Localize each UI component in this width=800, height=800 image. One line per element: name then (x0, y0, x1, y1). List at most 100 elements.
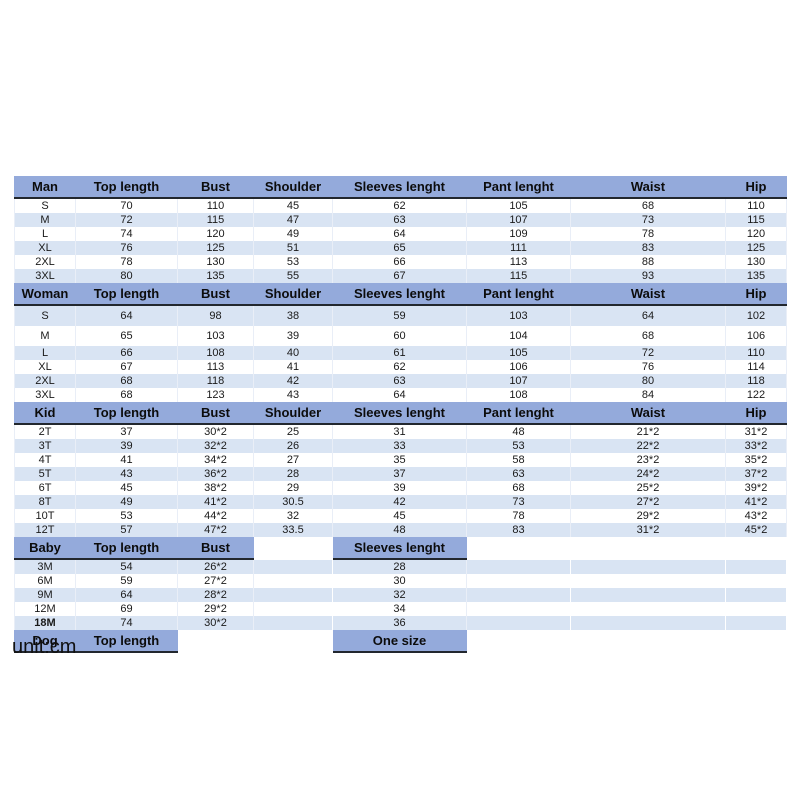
cell-shoulder: 26 (253, 439, 333, 453)
cell-shoulder: 30.5 (253, 495, 333, 509)
col-header-waist: Waist (570, 176, 726, 199)
section-header-woman: Woman Top length Bust Shoulder Sleeves l… (14, 283, 787, 306)
cell-top-length: 76 (75, 241, 178, 255)
cell-bust: 125 (177, 241, 254, 255)
cell-shoulder: 33.5 (253, 523, 333, 537)
cell-pant: 73 (466, 495, 571, 509)
cell-shoulder: 25 (253, 424, 333, 439)
col-header-sleeves-lenght: Sleeves lenght (332, 402, 467, 425)
cell-pant: 111 (466, 241, 571, 255)
col-header-waist: Waist (570, 402, 726, 425)
cell-sleeves: 66 (332, 255, 467, 269)
cell-top-length: 74 (75, 227, 178, 241)
cell-top-length: 64 (75, 588, 178, 602)
cell-shoulder: 49 (253, 227, 333, 241)
cell-pant (466, 602, 571, 616)
cell-bust: 38*2 (177, 481, 254, 495)
col-header-top-length: Top length (75, 283, 178, 306)
cell-top-length: 80 (75, 269, 178, 283)
cell-waist: 83 (570, 241, 726, 255)
cell-pant: 68 (466, 481, 571, 495)
cell-size: 4T (14, 453, 76, 467)
table-row: 2T 37 30*2 25 31 48 21*2 31*2 (14, 424, 787, 439)
cell-waist: 72 (570, 346, 726, 360)
table-row: 3XL 68 123 43 64 108 84 122 (14, 388, 787, 402)
cell-size: 12M (14, 602, 76, 616)
cell-bust: 29*2 (177, 602, 254, 616)
cell-hip: 35*2 (725, 453, 787, 467)
cell-hip: 135 (725, 269, 787, 283)
cell-pant: 107 (466, 213, 571, 227)
cell-size: L (14, 346, 76, 360)
cell-bust: 103 (177, 326, 254, 346)
cell-size: 10T (14, 509, 76, 523)
cell-waist: 80 (570, 374, 726, 388)
table-row: 8T 49 41*2 30.5 42 73 27*2 41*2 (14, 495, 787, 509)
section-title-man: Man (14, 176, 76, 199)
cell-sleeves: 45 (332, 509, 467, 523)
cell-sleeves: 34 (332, 602, 467, 616)
cell-size: 5T (14, 467, 76, 481)
cell-top-length: 39 (75, 439, 178, 453)
col-header-waist: Waist (570, 283, 726, 306)
cell-hip: 43*2 (725, 509, 787, 523)
cell-bust: 44*2 (177, 509, 254, 523)
cell-hip: 45*2 (725, 523, 787, 537)
cell-waist: 68 (570, 198, 726, 213)
cell-shoulder: 29 (253, 481, 333, 495)
cell-sleeves: 33 (332, 439, 467, 453)
cell-bust: 47*2 (177, 523, 254, 537)
col-header-one-size: One size (332, 630, 467, 653)
cell-pant (466, 574, 571, 588)
col-header-pant-lenght: Pant lenght (466, 402, 571, 425)
cell-bust: 27*2 (177, 574, 254, 588)
cell-hip (725, 602, 787, 616)
cell-sleeves: 63 (332, 213, 467, 227)
cell-waist (570, 588, 726, 602)
cell-hip: 31*2 (725, 424, 787, 439)
cell-waist: 25*2 (570, 481, 726, 495)
cell-hip: 33*2 (725, 439, 787, 453)
table-row: 6M 59 27*2 30 (14, 574, 787, 588)
cell-shoulder: 41 (253, 360, 333, 374)
cell-top-length: 57 (75, 523, 178, 537)
cell-bust: 115 (177, 213, 254, 227)
table-row: S 64 98 38 59 103 64 102 (14, 305, 787, 326)
cell-waist: 23*2 (570, 453, 726, 467)
section-title-baby: Baby (14, 537, 76, 560)
cell-bust: 36*2 (177, 467, 254, 481)
col-header-blank-shoulder (253, 630, 333, 653)
cell-bust: 34*2 (177, 453, 254, 467)
cell-waist: 93 (570, 269, 726, 283)
col-header-sleeves-lenght: Sleeves lenght (332, 176, 467, 199)
cell-hip: 125 (725, 241, 787, 255)
cell-top-length: 66 (75, 346, 178, 360)
cell-waist (570, 559, 726, 574)
cell-size: M (14, 326, 76, 346)
table-row: M 72 115 47 63 107 73 115 (14, 213, 787, 227)
cell-bust: 32*2 (177, 439, 254, 453)
cell-shoulder: 53 (253, 255, 333, 269)
cell-hip (725, 574, 787, 588)
col-header-bust: Bust (177, 176, 254, 199)
cell-size: 18M (14, 616, 76, 630)
cell-waist: 73 (570, 213, 726, 227)
table-row: M 65 103 39 60 104 68 106 (14, 326, 787, 346)
cell-hip: 114 (725, 360, 787, 374)
col-header-top-length: Top length (75, 537, 178, 560)
cell-hip (725, 616, 787, 630)
col-header-top-length: Top length (75, 402, 178, 425)
cell-sleeves: 28 (332, 559, 467, 574)
cell-hip: 102 (725, 305, 787, 326)
cell-waist (570, 616, 726, 630)
table-row: 6T 45 38*2 29 39 68 25*2 39*2 (14, 481, 787, 495)
cell-top-length: 70 (75, 198, 178, 213)
cell-waist (570, 602, 726, 616)
table-row: 12M 69 29*2 34 (14, 602, 787, 616)
cell-size: 3XL (14, 269, 76, 283)
cell-top-length: 64 (75, 305, 178, 326)
col-header-hip: Hip (725, 176, 787, 199)
cell-hip: 115 (725, 213, 787, 227)
cell-top-length: 67 (75, 360, 178, 374)
cell-size: 6M (14, 574, 76, 588)
